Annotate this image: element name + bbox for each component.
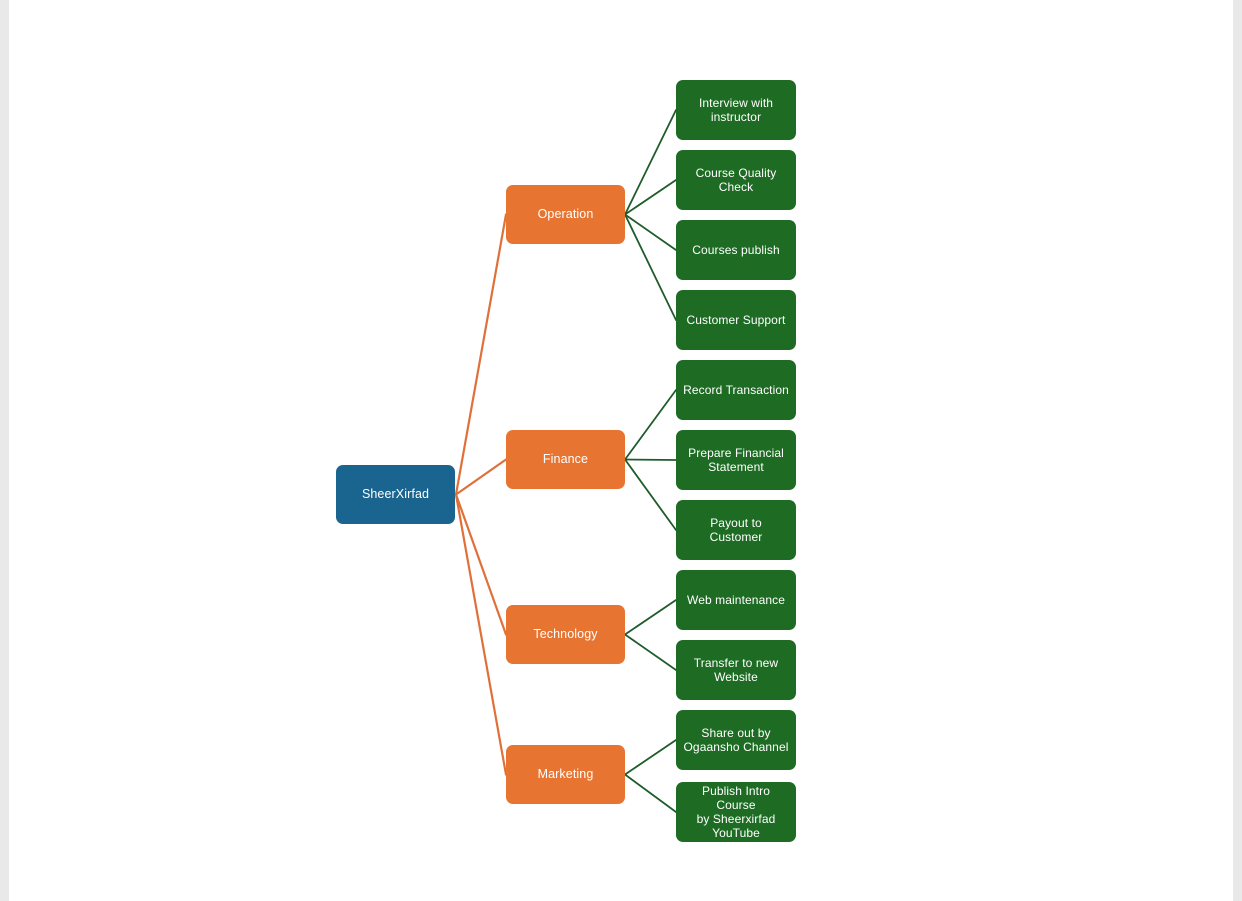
leaf-node-course-quality-check[interactable]: Course Quality Check xyxy=(676,150,796,210)
node-label: Customer Support xyxy=(686,312,786,327)
leaf-node-payout-to-customer[interactable]: Payout to Customer xyxy=(676,500,796,560)
node-label: Operation xyxy=(537,207,594,222)
edge-operation-to-interview-with-instructor xyxy=(624,109,677,216)
leaf-node-courses-publish[interactable]: Courses publish xyxy=(676,220,796,280)
leaf-node-share-out-by-ogaansho-channel[interactable]: Share out by Ogaansho Channel xyxy=(676,710,796,770)
leaf-node-prepare-financial-statement[interactable]: Prepare Financial Statement xyxy=(676,430,796,490)
leaf-node-record-transaction[interactable]: Record Transaction xyxy=(676,360,796,420)
branch-node-operation[interactable]: Operation xyxy=(506,185,625,244)
root-node-sheerxirfad[interactable]: SheerXirfad xyxy=(336,465,455,524)
node-label: Interview with instructor xyxy=(698,95,774,124)
edge-root-to-operation xyxy=(454,213,508,496)
node-label: Publish Intro Course by Sheerxirfad YouT… xyxy=(696,783,776,841)
edge-operation-to-customer-support xyxy=(624,213,677,321)
node-label: Course Quality Check xyxy=(695,165,777,194)
edge-technology-to-transfer-to-new-website xyxy=(624,633,677,671)
leaf-node-web-maintenance[interactable]: Web maintenance xyxy=(676,570,796,630)
leaf-node-transfer-to-new-website[interactable]: Transfer to new Website xyxy=(676,640,796,700)
mind-map-canvas[interactable]: SheerXirfad Operation Interview with instr… xyxy=(9,0,1233,901)
leaf-node-interview-with-instructor[interactable]: Interview with instructor xyxy=(676,80,796,140)
node-label: Transfer to new Website xyxy=(693,655,779,684)
leaf-node-publish-intro-course-by-sheerxirfad-youtube[interactable]: Publish Intro Course by Sheerxirfad YouT… xyxy=(676,782,796,842)
edge-root-to-finance xyxy=(454,458,508,496)
node-label: Courses publish xyxy=(692,242,780,257)
node-label: Web maintenance xyxy=(686,592,785,607)
node-label: Payout to Customer xyxy=(709,515,763,544)
edge-finance-to-prepare-financial-statement xyxy=(624,458,677,461)
app-frame: SheerXirfad Operation Interview with instr… xyxy=(0,0,1242,901)
node-label: Prepare Financial Statement xyxy=(688,445,784,474)
edge-root-to-technology xyxy=(454,493,508,636)
edge-root-to-marketing xyxy=(454,493,508,776)
edge-marketing-to-publish-intro-course-by-sheerxirfad-youtube xyxy=(624,773,677,813)
edge-finance-to-payout-to-customer xyxy=(624,458,677,531)
edge-operation-to-course-quality-check xyxy=(624,179,677,216)
node-label: Record Transaction xyxy=(683,382,789,397)
leaf-node-customer-support[interactable]: Customer Support xyxy=(676,290,796,350)
edge-technology-to-web-maintenance xyxy=(624,599,677,636)
edge-finance-to-record-transaction xyxy=(624,389,677,461)
branch-node-technology[interactable]: Technology xyxy=(506,605,625,664)
branch-node-marketing[interactable]: Marketing xyxy=(506,745,625,804)
node-label: SheerXirfad xyxy=(361,487,430,502)
node-label: Finance xyxy=(542,452,589,467)
branch-node-finance[interactable]: Finance xyxy=(506,430,625,489)
edge-operation-to-courses-publish xyxy=(624,213,677,251)
edge-marketing-to-share-out-by-ogaansho-channel xyxy=(624,739,677,776)
node-label: Marketing xyxy=(537,767,594,782)
node-label: Share out by Ogaansho Channel xyxy=(683,725,789,754)
node-label: Technology xyxy=(533,627,598,642)
